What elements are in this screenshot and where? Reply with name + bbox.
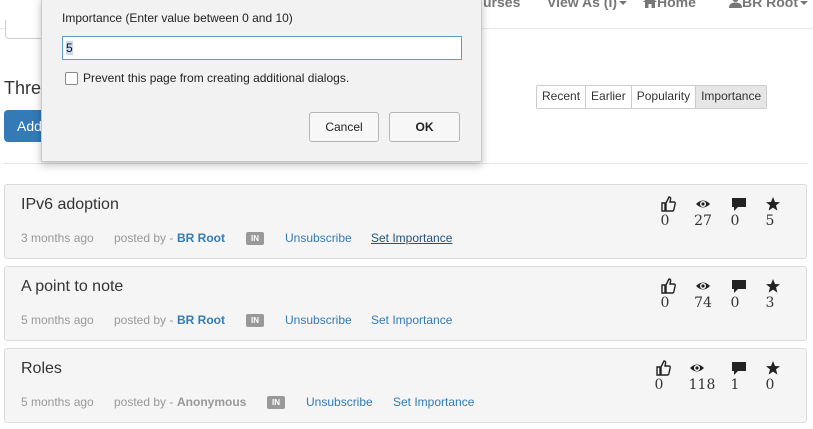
set-importance-link[interactable]: Set Importance — [371, 231, 452, 245]
thread-card[interactable]: Roles 5 months ago posted by - Anonymous… — [4, 348, 807, 423]
importance-prompt-dialog: Importance (Enter value between 0 and 10… — [41, 0, 482, 162]
caret-down-icon — [619, 1, 628, 6]
nav-view-as-label: View As (I) — [547, 0, 618, 10]
thread-title[interactable]: A point to note — [21, 278, 123, 296]
thumbs-up-icon — [661, 278, 676, 294]
importance-count: 0 — [765, 377, 775, 393]
thread-author: Anonymous — [177, 395, 247, 409]
home-icon — [643, 0, 657, 8]
nav-home-label: Home — [657, 0, 696, 10]
star-icon — [766, 279, 780, 293]
star-icon — [766, 361, 780, 375]
likes-count: 0 — [660, 295, 670, 311]
thread-author[interactable]: BR Root — [177, 313, 225, 327]
eye-icon — [696, 200, 710, 208]
role-badge: IN — [246, 314, 264, 327]
prevent-dialogs-checkbox[interactable] — [65, 72, 78, 85]
unsubscribe-link[interactable]: Unsubscribe — [285, 313, 352, 327]
user-icon — [729, 0, 742, 8]
views-count: 27 — [694, 213, 712, 229]
thread-age: 5 months ago — [21, 395, 94, 409]
importance-input-value: 5 — [66, 41, 73, 55]
nav-user-menu[interactable]: BR Root — [729, 0, 808, 10]
page-title: Thre — [4, 78, 42, 98]
unsubscribe-link[interactable]: Unsubscribe — [306, 395, 373, 409]
importance-count: 5 — [765, 213, 775, 229]
views-count: 118 — [688, 377, 716, 393]
sort-tabs: Recent Earlier Popularity Importance — [536, 85, 768, 109]
thread-title[interactable]: Roles — [21, 360, 62, 378]
thread-author[interactable]: BR Root — [177, 231, 225, 245]
comments-count: 0 — [730, 213, 740, 229]
star-icon — [766, 197, 780, 211]
thumbs-up-icon — [656, 360, 671, 376]
sort-tab-recent[interactable]: Recent — [537, 86, 586, 108]
ok-button[interactable]: OK — [389, 112, 460, 142]
nav-home[interactable]: Home — [643, 0, 696, 10]
unsubscribe-link[interactable]: Unsubscribe — [285, 231, 352, 245]
thread-card[interactable]: A point to note 5 months ago posted by -… — [4, 266, 807, 341]
thumbs-up-icon — [661, 196, 676, 212]
eye-icon — [690, 364, 704, 372]
nav-courses[interactable]: urses — [483, 0, 520, 10]
likes-count: 0 — [654, 377, 664, 393]
views-count: 74 — [694, 295, 712, 311]
sort-tab-earlier[interactable]: Earlier — [585, 86, 631, 108]
set-importance-link[interactable]: Set Importance — [371, 313, 452, 327]
comments-count: 1 — [730, 377, 740, 393]
sort-tab-popularity[interactable]: Popularity — [630, 86, 696, 108]
prevent-dialogs-label[interactable]: Prevent this page from creating addition… — [83, 71, 349, 85]
dialog-message: Importance (Enter value between 0 and 10… — [62, 11, 293, 25]
role-badge: IN — [246, 232, 264, 245]
set-importance-link[interactable]: Set Importance — [393, 395, 474, 409]
importance-count: 3 — [765, 295, 775, 311]
thread-card[interactable]: IPv6 adoption 3 months ago posted by - B… — [4, 184, 807, 259]
thread-posted-by: posted by - — [114, 313, 174, 327]
thread-age: 5 months ago — [21, 313, 94, 327]
section-divider — [4, 163, 808, 164]
cancel-button[interactable]: Cancel — [309, 112, 379, 142]
comment-icon — [732, 280, 746, 293]
comments-count: 0 — [730, 295, 740, 311]
caret-down-icon — [800, 1, 808, 6]
sort-tab-importance[interactable]: Importance — [695, 86, 767, 108]
nav-courses-label: urses — [483, 0, 521, 10]
thread-posted-by: posted by - — [114, 395, 174, 409]
nav-user-label: BR Root — [742, 0, 798, 10]
role-badge: IN — [267, 396, 285, 409]
thread-title[interactable]: IPv6 adoption — [21, 196, 119, 214]
thread-age: 3 months ago — [21, 231, 94, 245]
comment-icon — [732, 362, 746, 375]
likes-count: 0 — [660, 213, 670, 229]
importance-input[interactable]: 5 — [62, 36, 462, 60]
comment-icon — [732, 198, 746, 211]
thread-posted-by: posted by - — [114, 231, 174, 245]
eye-icon — [696, 282, 710, 290]
nav-view-as[interactable]: View As (I) — [547, 0, 628, 10]
